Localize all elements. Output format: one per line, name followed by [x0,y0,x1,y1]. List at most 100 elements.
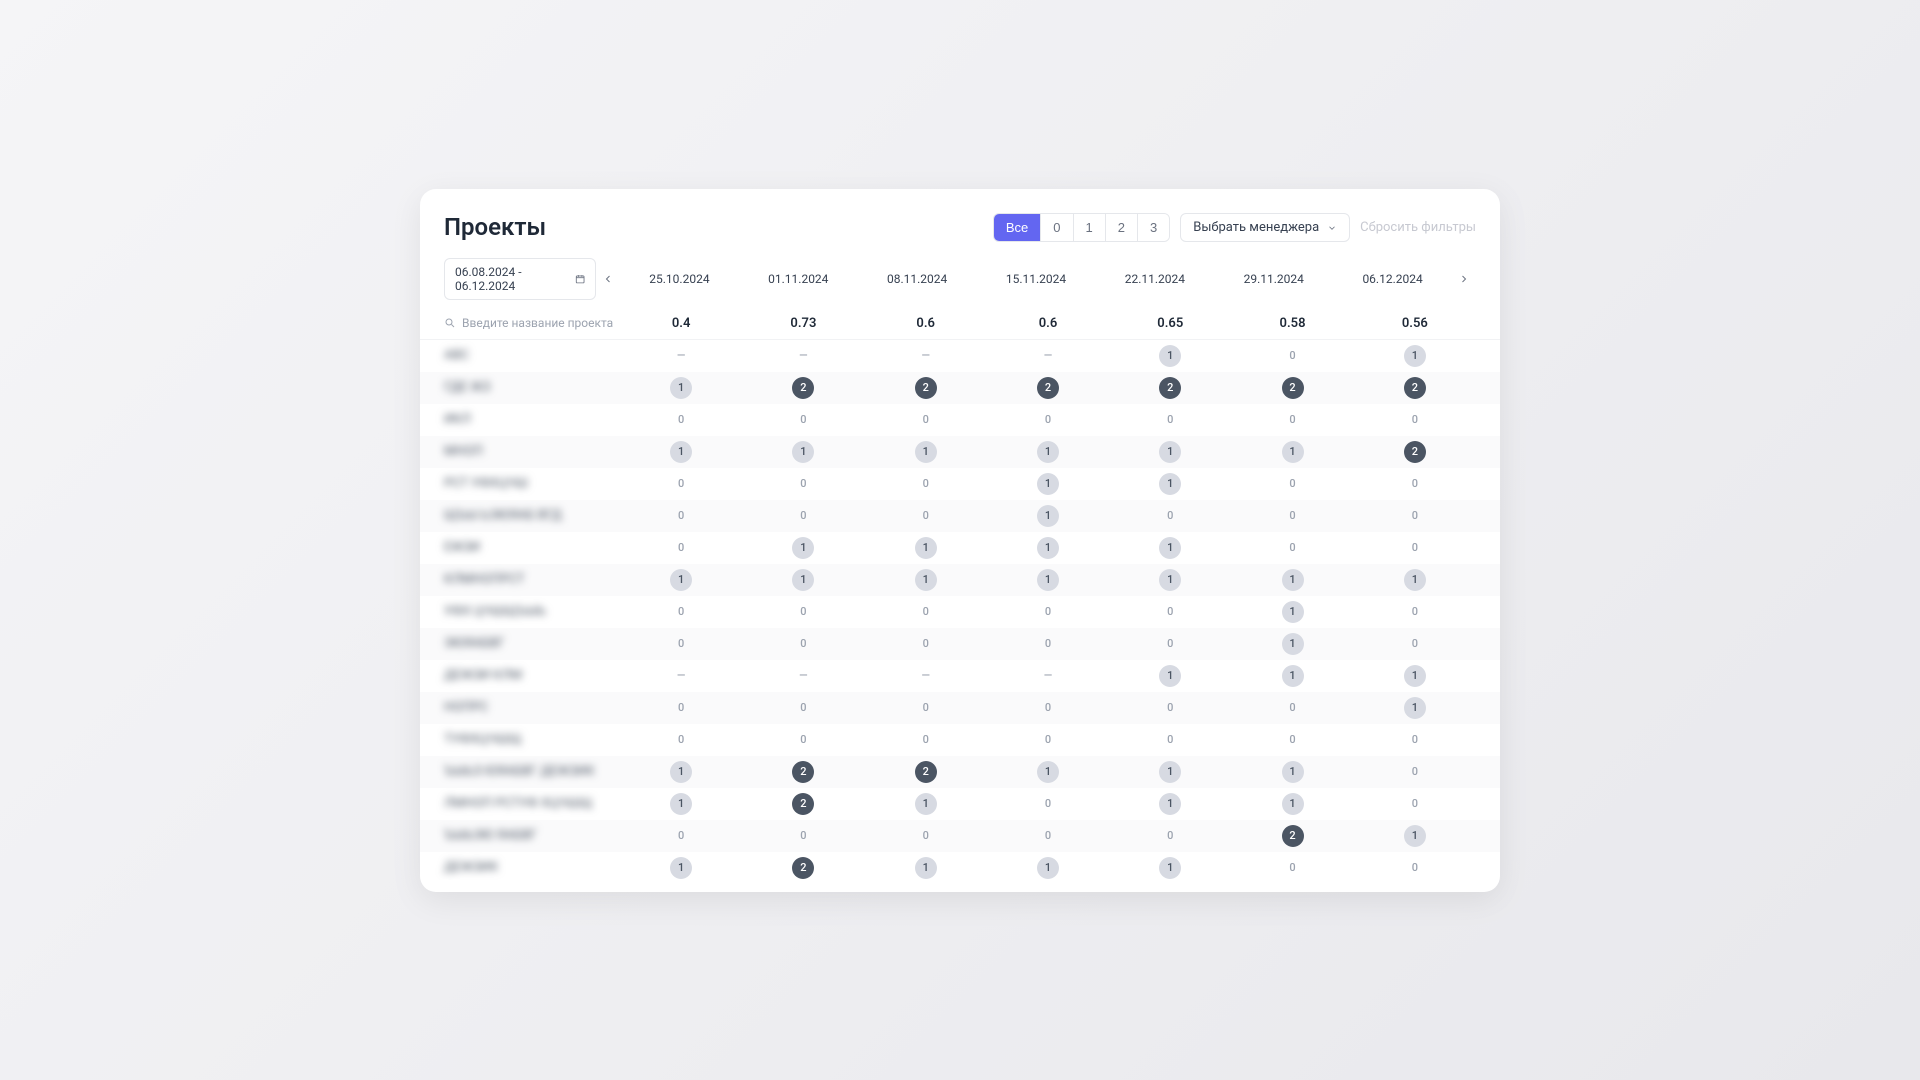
search-input[interactable]: Введите название проекта [444,316,620,330]
score-badge: 2 [792,761,814,783]
score-cell: 2 [1354,441,1476,463]
segment-2[interactable]: 2 [1106,214,1138,241]
score-badge: 1 [670,377,692,399]
project-name: ЛМНОП РСТУФ ХЦЧШЩ [444,796,620,811]
score-cell: 0 [987,825,1109,847]
score-badge: 0 [1159,825,1181,847]
table-row[interactable]: ЪЫЬЭ ЮЯАБВГ ДЕЖЗИК1221110 [420,756,1500,788]
score-cell: 0 [1354,857,1476,879]
score-cell: 1 [987,505,1109,527]
score-cell: 0 [865,633,987,655]
score-cell: 0 [1354,537,1476,559]
score-cell: 1 [620,377,742,399]
score-cell: 0 [865,601,987,623]
table-row[interactable]: КЛМНОПРСТ1111111 [420,564,1500,596]
prev-week-button[interactable] [596,273,620,285]
reset-filters-link[interactable]: Сбросить фильтры [1360,220,1476,235]
score-cell: 1 [620,857,742,879]
table-row[interactable]: РСТ УФХЦЧШ0001100 [420,468,1500,500]
score-badge: 0 [915,825,937,847]
score-badge: 0 [1282,857,1304,879]
table-row[interactable]: ИКЛ0000000 [420,404,1500,436]
score-cell: 0 [1231,729,1353,751]
score-cell: 0 [1231,857,1353,879]
score-cell: 1 [865,793,987,815]
score-badge: 0 [792,729,814,751]
score-badge: — [1037,345,1059,367]
score-cell: 1 [742,537,864,559]
table-row[interactable]: ЩЪЫ ЬЭЮЯАБ ВГД0001000 [420,500,1500,532]
score-badge: — [792,345,814,367]
project-name: РСТ УФХЦЧШ [444,476,620,491]
score-cell: 0 [1109,601,1231,623]
segment-0[interactable]: 0 [1041,214,1073,241]
project-name: ЩЪЫ ЬЭЮЯАБ ВГД [444,508,620,523]
score-badge: 1 [792,537,814,559]
score-badge: 0 [1037,409,1059,431]
score-cell: 0 [1354,409,1476,431]
score-cell: 0 [865,697,987,719]
segment-3[interactable]: 3 [1138,214,1169,241]
score-badge: 2 [1159,377,1181,399]
score-cell: 1 [987,761,1109,783]
project-name: НОПРС [444,700,620,715]
date-range-picker[interactable]: 06.08.2024 - 06.12.2024 [444,258,596,300]
table-row[interactable]: ДЕЖЗИК1211100 [420,852,1500,880]
table-row[interactable]: ГДЕ ЖЗ1222222 [420,372,1500,404]
score-cell: 0 [620,537,742,559]
score-badge: 1 [915,793,937,815]
score-cell: 2 [865,761,987,783]
segment-Все[interactable]: Все [994,214,1041,241]
table-row[interactable]: АВС————101 [420,340,1500,372]
score-badge: 1 [1159,473,1181,495]
project-name: ИКЛ [444,412,620,427]
score-cell: 0 [742,473,864,495]
table-row[interactable]: ДЕЖЗИ КЛМ————111 [420,660,1500,692]
score-badge: 0 [915,697,937,719]
score-badge: 0 [1159,409,1181,431]
date-column: 22.11.2024 [1095,272,1214,286]
table-row[interactable]: МНОП1111112 [420,436,1500,468]
average-value: 0.4 [620,316,742,331]
table-row[interactable]: ТУФХЦЧШЩ0000000 [420,724,1500,756]
score-badge: 1 [1404,569,1426,591]
score-badge: 0 [1404,761,1426,783]
score-badge: 1 [1037,569,1059,591]
date-column: 29.11.2024 [1214,272,1333,286]
score-badge: — [1037,665,1059,687]
next-week-button[interactable] [1452,273,1476,285]
score-badge: 0 [1404,409,1426,431]
score-badge: 2 [792,793,814,815]
score-badge: 0 [1159,601,1181,623]
score-badge: 2 [1404,377,1426,399]
score-cell: 0 [742,409,864,431]
score-cell: — [987,345,1109,367]
score-cell: 1 [1109,857,1231,879]
project-name: АВС [444,348,620,363]
score-badge: 2 [1282,377,1304,399]
score-badge: 0 [1282,473,1304,495]
score-badge: 2 [915,761,937,783]
table-row[interactable]: ЛМНОП РСТУФ ХЦЧШЩ1210110 [420,788,1500,820]
score-badge: 1 [1404,345,1426,367]
score-badge: 2 [792,857,814,879]
table-row[interactable]: ЭЮЯАБВГ0000010 [420,628,1500,660]
table-row[interactable]: ЕЖЗИ0111100 [420,532,1500,564]
score-cell: 1 [1231,665,1353,687]
table-row[interactable]: НОПРС0000001 [420,692,1500,724]
score-cell: 0 [1354,729,1476,751]
score-cell: 1 [987,569,1109,591]
score-cell: 0 [1231,473,1353,495]
calendar-icon [575,273,585,285]
score-cell: 0 [620,601,742,623]
score-badge: 2 [915,377,937,399]
date-column: 01.11.2024 [739,272,858,286]
manager-dropdown-label: Выбрать менеджера [1193,220,1319,235]
manager-dropdown[interactable]: Выбрать менеджера [1180,213,1350,242]
segment-1[interactable]: 1 [1074,214,1106,241]
score-cell: 0 [987,697,1109,719]
score-cell: 1 [1109,537,1231,559]
table-row[interactable]: УФХ ЦЧШЩЪЫЬ0000010 [420,596,1500,628]
table-row[interactable]: ЪЫЬЭЮ ЯАБВГ0000021 [420,820,1500,852]
score-cell: 1 [620,793,742,815]
